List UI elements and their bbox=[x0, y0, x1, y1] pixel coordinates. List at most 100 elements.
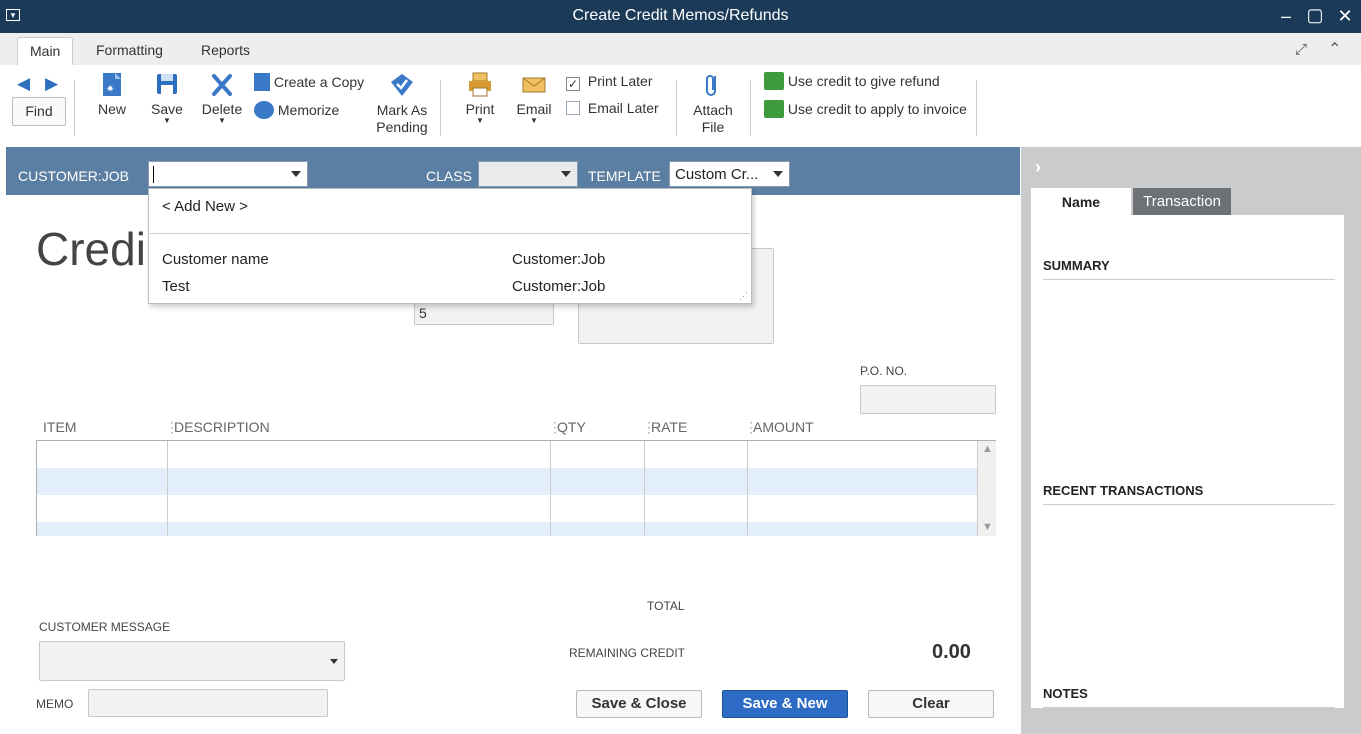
list-item[interactable]: Test Customer:Job bbox=[149, 274, 751, 298]
memorize-icon bbox=[254, 101, 274, 119]
delete-dropdown-icon[interactable]: ▼ bbox=[200, 117, 244, 125]
credit-no-value: 5 bbox=[419, 305, 427, 321]
customer-job-label: CUSTOMER:JOB bbox=[18, 168, 129, 184]
template-label: TEMPLATE bbox=[588, 168, 661, 184]
save-button[interactable]: Save ▼ bbox=[147, 72, 187, 125]
tab-name[interactable]: Name bbox=[1031, 188, 1131, 216]
col-qty: QTY bbox=[557, 419, 586, 435]
print-later-checkbox[interactable]: ✓ bbox=[566, 77, 580, 91]
new-button[interactable]: ✷ New bbox=[92, 72, 132, 117]
mark-as-pending-button[interactable]: Mark As Pending bbox=[374, 72, 430, 136]
save-new-button[interactable]: Save & New bbox=[722, 690, 848, 718]
email-later-checkbox[interactable] bbox=[566, 101, 580, 115]
customer-job-combobox[interactable] bbox=[148, 161, 308, 187]
list-item[interactable]: Customer name Customer:Job bbox=[149, 247, 751, 271]
memorize-button[interactable]: Memorize bbox=[254, 101, 339, 119]
use-credit-refund-label: Use credit to give refund bbox=[787, 73, 940, 89]
use-credit-invoice-label: Use credit to apply to invoice bbox=[787, 101, 967, 117]
po-number-field[interactable] bbox=[860, 385, 996, 414]
previous-arrow-icon[interactable]: ◀ bbox=[17, 74, 30, 94]
col-rate: RATE bbox=[651, 419, 688, 435]
scroll-up-icon[interactable]: ▲ bbox=[982, 443, 993, 455]
table-row[interactable] bbox=[37, 468, 977, 495]
print-button[interactable]: Print ▼ bbox=[461, 72, 499, 125]
close-icon[interactable]: ✕ bbox=[1334, 6, 1356, 27]
chevron-down-icon[interactable] bbox=[773, 171, 783, 177]
text-cursor bbox=[153, 166, 154, 183]
add-new-option[interactable]: < Add New > bbox=[162, 198, 248, 215]
email-later-label: Email Later bbox=[587, 100, 659, 116]
option-name: Customer name bbox=[162, 251, 269, 268]
tab-transaction[interactable]: Transaction bbox=[1133, 188, 1231, 216]
tab-formatting[interactable]: Formatting bbox=[84, 37, 175, 65]
line-items-table[interactable]: ▲ ▼ bbox=[36, 440, 996, 536]
save-close-button[interactable]: Save & Close bbox=[576, 690, 702, 718]
po-label: P.O. NO. bbox=[860, 364, 908, 378]
scroll-down-icon[interactable]: ▼ bbox=[982, 521, 993, 533]
customer-message-label: CUSTOMER MESSAGE bbox=[39, 620, 171, 634]
tab-main[interactable]: Main bbox=[17, 37, 74, 65]
collapse-ribbon-icon[interactable]: ⌃ bbox=[1328, 39, 1341, 59]
new-document-icon: ✷ bbox=[103, 73, 121, 96]
next-arrow-icon[interactable]: ▶ bbox=[45, 74, 58, 94]
maximize-icon[interactable]: ▢ bbox=[1304, 5, 1326, 26]
attach-file-button[interactable]: Attach File bbox=[690, 72, 736, 136]
use-credit-invoice-button[interactable]: Use credit to apply to invoice bbox=[764, 100, 967, 118]
resize-grip-icon[interactable]: ⋰ bbox=[739, 291, 748, 302]
email-button[interactable]: Email ▼ bbox=[514, 72, 554, 125]
find-button[interactable]: Find bbox=[12, 97, 66, 126]
tab-reports[interactable]: Reports bbox=[189, 37, 262, 65]
print-later-label: Print Later bbox=[587, 73, 653, 89]
email-dropdown-icon[interactable]: ▼ bbox=[514, 117, 554, 125]
option-type: Customer:Job bbox=[512, 278, 606, 295]
class-combobox[interactable] bbox=[478, 161, 578, 187]
summary-heading: SUMMARY bbox=[1043, 258, 1110, 273]
notes-heading: NOTES bbox=[1043, 686, 1088, 701]
memo-label: MEMO bbox=[36, 697, 74, 711]
chevron-down-icon[interactable] bbox=[330, 659, 338, 664]
attach-label: Attach bbox=[693, 102, 733, 118]
customer-message-combobox[interactable] bbox=[39, 641, 345, 681]
title-bar: ▾ Create Credit Memos/Refunds – ▢ ✕ bbox=[0, 0, 1361, 33]
save-dropdown-icon[interactable]: ▼ bbox=[147, 117, 187, 125]
pending-check-icon bbox=[391, 74, 413, 96]
table-row[interactable] bbox=[37, 522, 977, 536]
print-dropdown-icon[interactable]: ▼ bbox=[461, 117, 499, 125]
paperclip-icon bbox=[706, 75, 716, 96]
form-title: Credi bbox=[36, 223, 146, 275]
ribbon-tabs: Main Formatting Reports ⤢ ⌃ bbox=[0, 33, 1361, 65]
chevron-down-icon[interactable] bbox=[291, 171, 301, 177]
copy-icon bbox=[254, 73, 270, 91]
email-label: Email bbox=[516, 101, 552, 117]
printer-icon bbox=[469, 72, 491, 97]
remaining-credit-value: 0.00 bbox=[932, 641, 971, 663]
option-name: Test bbox=[162, 278, 190, 295]
chevron-down-icon[interactable] bbox=[561, 171, 571, 177]
expand-icon[interactable]: ⤢ bbox=[1295, 41, 1307, 58]
side-panel-content: SUMMARY RECENT TRANSACTIONS NOTES bbox=[1031, 215, 1344, 708]
delete-x-icon bbox=[212, 74, 232, 96]
email-later-toggle[interactable]: Email Later bbox=[566, 100, 659, 116]
create-copy-label: Create a Copy bbox=[273, 74, 365, 90]
minimize-icon[interactable]: – bbox=[1275, 6, 1297, 27]
print-later-toggle[interactable]: ✓ Print Later bbox=[566, 73, 652, 91]
chevron-right-icon[interactable]: › bbox=[1035, 157, 1041, 178]
template-combobox[interactable]: Custom Cr... bbox=[669, 161, 790, 187]
customer-job-dropdown: < Add New > Customer name Customer:Job T… bbox=[148, 188, 752, 304]
use-credit-refund-button[interactable]: Use credit to give refund bbox=[764, 72, 940, 90]
memo-field[interactable] bbox=[88, 689, 328, 717]
recent-transactions-heading: RECENT TRANSACTIONS bbox=[1043, 483, 1204, 498]
svg-text:✷: ✷ bbox=[106, 84, 114, 95]
clear-button[interactable]: Clear bbox=[868, 690, 994, 718]
table-scrollbar[interactable]: ▲ ▼ bbox=[977, 441, 996, 536]
delete-button[interactable]: Delete ▼ bbox=[200, 72, 244, 125]
col-item: ITEM bbox=[43, 419, 77, 435]
memorize-label: Memorize bbox=[277, 102, 340, 118]
new-label: New bbox=[97, 101, 126, 117]
create-copy-button[interactable]: Create a Copy bbox=[254, 73, 364, 91]
mark-as-label: Mark As bbox=[376, 102, 428, 118]
col-amount: AMOUNT bbox=[753, 419, 814, 435]
delete-label: Delete bbox=[201, 101, 243, 117]
history-side-panel: › Name Transaction SUMMARY RECENT TRANSA… bbox=[1021, 147, 1361, 734]
save-label: Save bbox=[151, 101, 183, 117]
